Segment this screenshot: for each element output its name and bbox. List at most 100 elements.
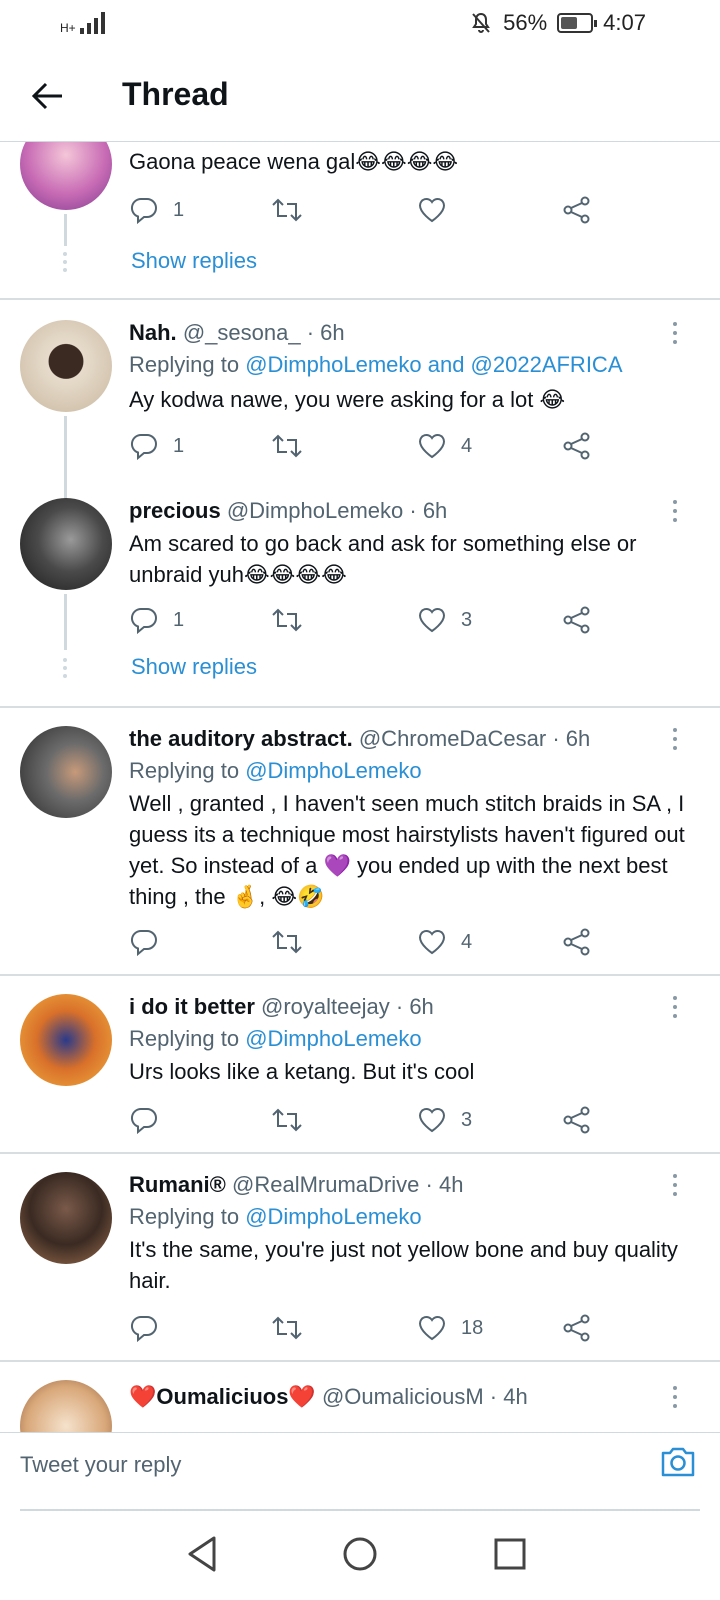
avatar[interactable] (20, 1380, 112, 1432)
like-button[interactable] (417, 192, 447, 228)
reply-count: 1 (173, 434, 185, 457)
heart-icon (418, 929, 446, 955)
reply-button[interactable]: 1 (129, 602, 184, 638)
tweet-meta: ❤️Oumaliciuos❤️ @OumaliciousM · 4h (129, 1384, 528, 1410)
avatar[interactable] (20, 1172, 112, 1264)
tweet-text: Am scared to go back and ask for somethi… (129, 531, 637, 587)
avatar[interactable] (20, 142, 112, 210)
tweet-actions: 1 3 (129, 602, 609, 638)
retweet-icon (272, 1316, 302, 1340)
tweet-item[interactable]: precious @DimphoLemeko · 6h Am scared to… (0, 478, 720, 706)
replying-to: Replying to @DimphoLemeko and @2022AFRIC… (129, 352, 623, 378)
status-bar: H+ 56% 4:07 (0, 0, 720, 48)
author-name[interactable]: the auditory abstract. (129, 726, 353, 751)
author-handle[interactable]: @ChromeDaCesar (359, 726, 546, 751)
heart-icon (418, 1107, 446, 1133)
more-options-button[interactable] (670, 1174, 680, 1204)
tweet-time: · 6h (552, 726, 591, 751)
avatar[interactable] (20, 726, 112, 818)
replying-to-mentions[interactable]: @DimphoLemeko and @2022AFRICA (245, 352, 622, 377)
reply-button[interactable] (129, 1310, 159, 1346)
like-button[interactable]: 4 (417, 924, 472, 960)
thread-connector (64, 594, 67, 650)
more-options-button[interactable] (670, 728, 680, 758)
like-button[interactable]: 3 (417, 1102, 472, 1138)
reply-button[interactable] (129, 924, 159, 960)
more-options-button[interactable] (670, 322, 680, 352)
clock: 4:07 (603, 10, 646, 35)
like-button[interactable]: 4 (417, 428, 472, 464)
author-name[interactable]: i do it better (129, 994, 255, 1019)
author-name[interactable]: Rumani® (129, 1172, 226, 1197)
retweet-button[interactable] (271, 1310, 303, 1346)
tweet-text: Ay kodwa nawe, you were asking for a lot… (129, 387, 566, 412)
tweet-item[interactable]: Rumani® @RealMrumaDrive · 4h Replying to… (0, 1154, 720, 1360)
tweet-meta: Rumani® @RealMrumaDrive · 4h (129, 1172, 463, 1198)
retweet-button[interactable] (271, 924, 303, 960)
nav-back-button[interactable] (180, 1532, 224, 1576)
retweet-button[interactable] (271, 602, 303, 638)
more-options-button[interactable] (670, 996, 680, 1026)
share-button[interactable] (562, 192, 592, 228)
more-options-button[interactable] (670, 1386, 680, 1416)
tweet-item[interactable]: ❤️Oumaliciuos❤️ @OumaliciousM · 4h (0, 1362, 720, 1432)
triangle-back-icon (188, 1536, 216, 1572)
retweet-icon (272, 434, 302, 458)
author-name[interactable]: ❤️Oumaliciuos❤️ (129, 1384, 316, 1409)
like-count: 4 (461, 930, 473, 953)
share-button[interactable] (562, 428, 592, 464)
retweet-button[interactable] (271, 428, 303, 464)
tweet-time: · 4h (489, 1384, 528, 1409)
replying-to-mentions[interactable]: @DimphoLemeko (245, 1204, 421, 1229)
author-handle[interactable]: @DimphoLemeko (227, 498, 403, 523)
replying-to-mentions[interactable]: @DimphoLemeko (245, 758, 421, 783)
author-handle[interactable]: @royalteejay (261, 994, 390, 1019)
avatar[interactable] (20, 498, 112, 590)
thread-feed[interactable]: Gaona peace wena gal😂😂😂😂 1 Show replies … (0, 142, 720, 1432)
retweet-button[interactable] (271, 192, 303, 228)
avatar[interactable] (20, 994, 112, 1086)
back-button[interactable] (28, 76, 68, 116)
reply-input[interactable] (20, 1445, 580, 1485)
replying-to-mentions[interactable]: @DimphoLemeko (245, 1026, 421, 1051)
tweet-time: · 4h (425, 1172, 464, 1197)
author-handle[interactable]: @OumaliciousM (322, 1384, 484, 1409)
share-button[interactable] (562, 1102, 592, 1138)
reply-button[interactable] (129, 1102, 159, 1138)
reply-count: 1 (173, 608, 185, 631)
tweet-item[interactable]: Nah. @_sesona_ · 6h Replying to @DimphoL… (0, 300, 720, 500)
tweet-actions: 1 (129, 192, 609, 228)
camera-button[interactable] (658, 1441, 698, 1481)
like-button[interactable]: 18 (417, 1310, 483, 1346)
reply-icon (130, 607, 157, 635)
tweet-item[interactable]: the auditory abstract. @ChromeDaCesar · … (0, 708, 720, 974)
nav-recents-button[interactable] (488, 1532, 532, 1576)
like-button[interactable]: 3 (417, 602, 472, 638)
more-options-button[interactable] (670, 500, 680, 530)
share-button[interactable] (562, 924, 592, 960)
author-handle[interactable]: @_sesona_ (183, 320, 301, 345)
retweet-button[interactable] (271, 1102, 303, 1138)
thread-connector (64, 214, 67, 246)
show-replies-link[interactable]: Show replies (131, 654, 257, 680)
tweet-item[interactable]: Gaona peace wena gal😂😂😂😂 1 Show replies (0, 142, 720, 300)
like-count: 3 (461, 1108, 473, 1131)
share-button[interactable] (562, 602, 592, 638)
nav-home-button[interactable] (338, 1532, 382, 1576)
tweet-meta: the auditory abstract. @ChromeDaCesar · … (129, 726, 590, 752)
heart-icon (418, 197, 446, 223)
system-nav-bar (0, 1512, 720, 1600)
replying-to-label: Replying to (129, 1026, 240, 1051)
avatar[interactable] (20, 320, 112, 412)
reply-button[interactable]: 1 (129, 192, 184, 228)
show-replies-link[interactable]: Show replies (131, 248, 257, 274)
tweet-actions: 4 (129, 924, 609, 960)
tweet-item[interactable]: i do it better @royalteejay · 6h Replyin… (0, 976, 720, 1152)
share-button[interactable] (562, 1310, 592, 1346)
author-name[interactable]: precious (129, 498, 221, 523)
like-count: 3 (461, 608, 473, 631)
reply-button[interactable]: 1 (129, 428, 184, 464)
author-handle[interactable]: @RealMrumaDrive (232, 1172, 419, 1197)
author-name[interactable]: Nah. (129, 320, 177, 345)
tweet-actions: 3 (129, 1102, 609, 1138)
